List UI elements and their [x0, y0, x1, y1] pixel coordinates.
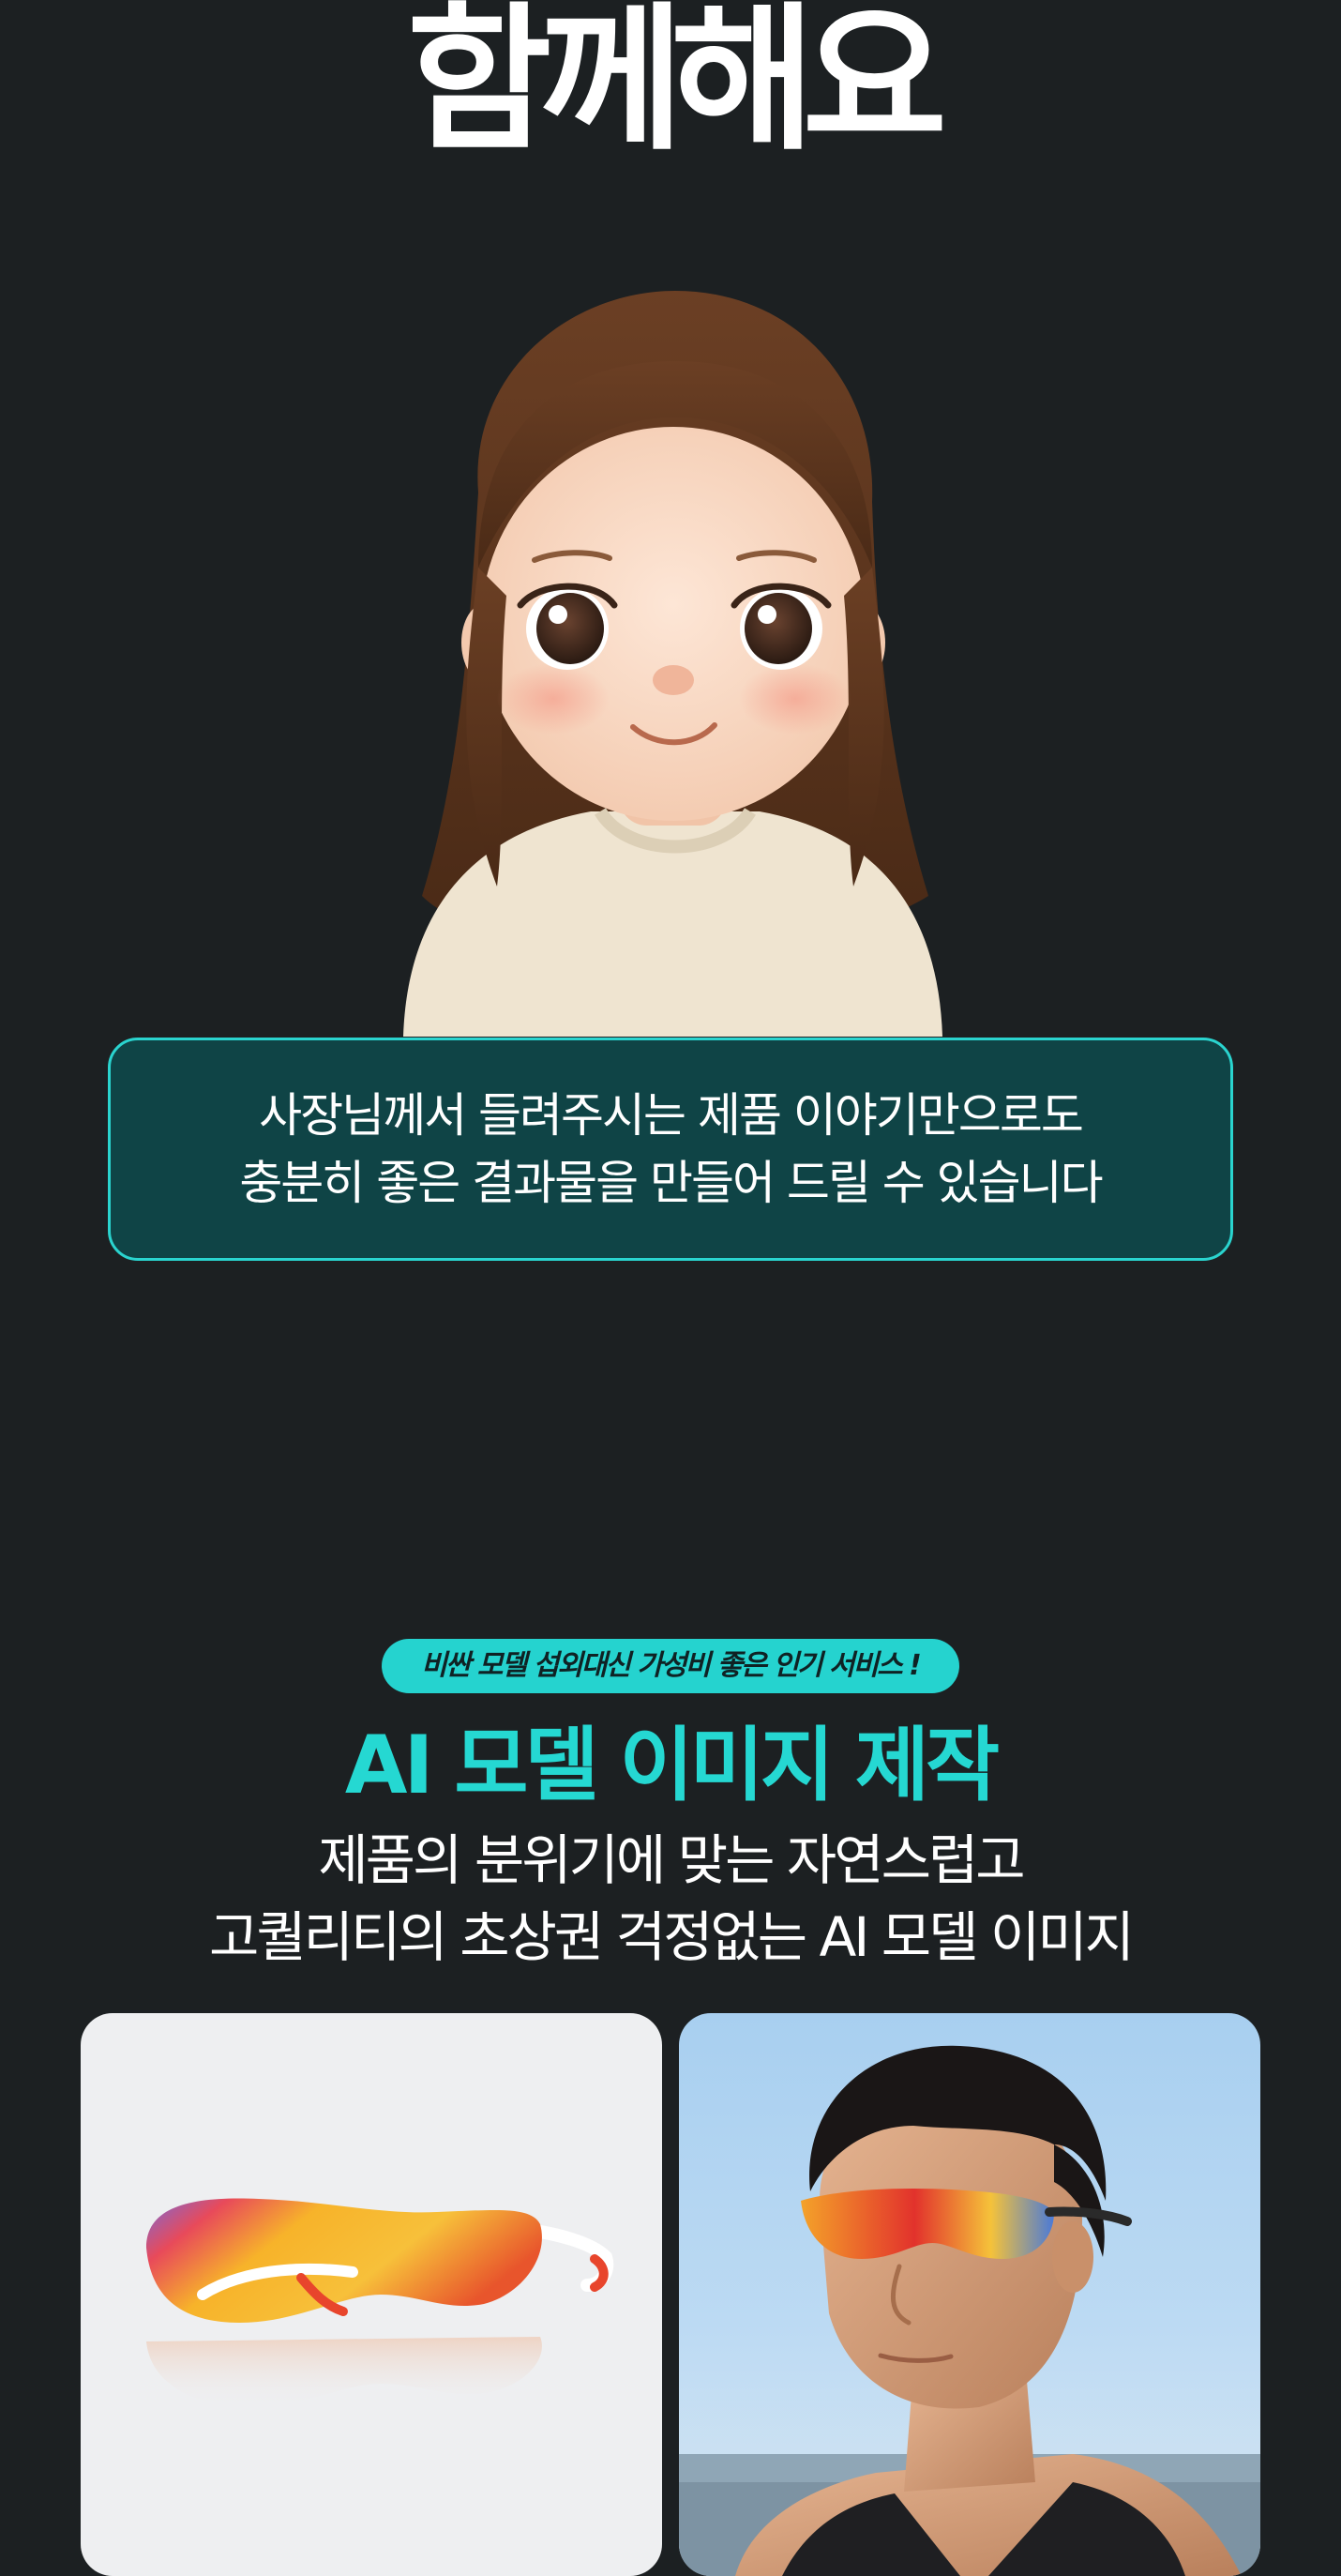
sunglasses-product-image	[146, 2198, 614, 2407]
ai-model-image	[679, 2045, 1260, 2576]
hero-title: 함께해요	[406, 0, 947, 172]
product-image-card	[81, 2013, 662, 2576]
character-illustration	[366, 286, 975, 1037]
bubble-line-2: 충분히 좋은 결과물을 만들어 드릴 수 있습니다	[239, 1156, 1103, 1210]
model-image-card	[679, 2013, 1260, 2576]
bubble-line-1: 사장님께서 들려주시는 제품 이야기만으로도	[259, 1088, 1084, 1143]
speech-bubble: 사장님께서 들려주시는 제품 이야기만으로도 충분히 좋은 결과물을 만들어 드…	[108, 1038, 1233, 1261]
section-subtitle-line-1: 제품의 분위기에 맞는 자연스럽고	[318, 1828, 1025, 1892]
promo-badge: 비싼 모델 섭외대신 가성비 좋은 인기 서비스 !	[382, 1639, 959, 1693]
section-subtitle-line-2: 고퀄리티의 초상권 걱정없는 AI 모델 이미지	[208, 1905, 1135, 1969]
section-subtitle: 제품의 분위기에 맞는 자연스럽고 고퀄리티의 초상권 걱정없는 AI 모델 이…	[0, 1822, 1341, 1976]
section-title: AI 모델 이미지 제작	[344, 1719, 1000, 1812]
